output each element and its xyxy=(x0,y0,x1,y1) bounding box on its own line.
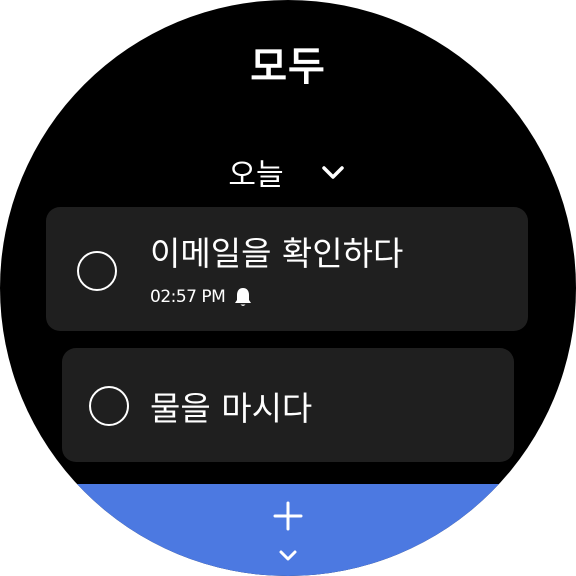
plus-icon[interactable] xyxy=(268,496,308,536)
task-card[interactable]: 이메일을 확인하다 02:57 PM xyxy=(46,207,528,331)
task-checkbox[interactable] xyxy=(77,251,117,291)
chevron-down-icon xyxy=(318,157,348,187)
task-title: 물을 마시다 xyxy=(150,389,313,428)
task-reminder: 02:57 PM xyxy=(150,285,255,309)
section-label: 오늘 xyxy=(228,158,284,193)
task-card[interactable]: 물을 마시다 xyxy=(62,348,514,462)
task-checkbox[interactable] xyxy=(89,386,129,426)
section-header-today[interactable]: 오늘 xyxy=(0,152,576,193)
reminder-time: 02:57 PM xyxy=(150,287,226,307)
bell-icon xyxy=(231,285,255,309)
task-title: 이메일을 확인하다 xyxy=(150,234,404,273)
page-title: 모두 xyxy=(250,44,326,90)
watch-screen: 모두 오늘 이메일을 확인하다 02:57 PM 물을 마시다 xyxy=(0,0,576,576)
chevron-down-icon[interactable] xyxy=(276,546,300,566)
